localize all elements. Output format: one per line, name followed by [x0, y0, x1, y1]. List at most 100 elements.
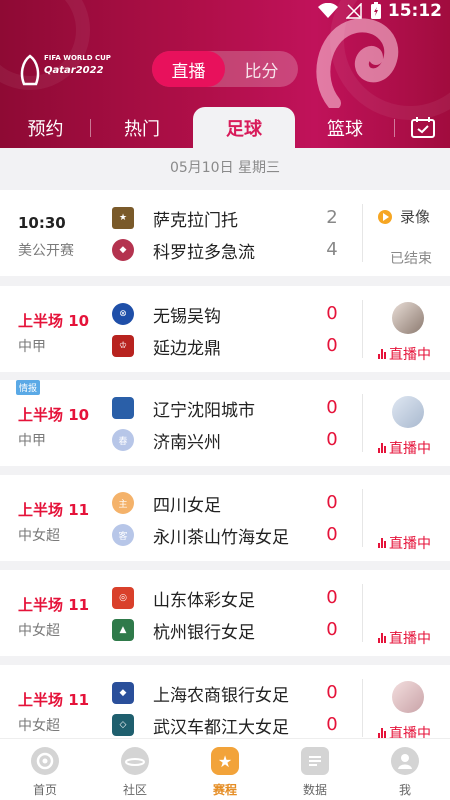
match-time: 上半场 10 [18, 406, 90, 424]
live-score-toggle: 直播 比分 [152, 51, 298, 87]
streamer-avatar[interactable] [392, 681, 424, 713]
team-badge-icon: ♔ [112, 335, 134, 357]
nav-home[interactable]: 首页 [0, 739, 90, 800]
match-status: 已结束 [390, 251, 432, 267]
league-name: 中甲 [18, 433, 46, 449]
live-status[interactable]: 直播中 [378, 344, 431, 364]
date-label: 05月10日 星期三 [169, 160, 281, 176]
logo-line2: Qatar2022 [44, 65, 104, 76]
tab-hot[interactable]: 热门 [91, 107, 193, 148]
live-bars-icon [378, 349, 386, 359]
live-status[interactable]: 直播中 [378, 438, 431, 458]
team-name: 山东体彩女足 [153, 590, 255, 611]
live-status[interactable]: 直播中 [378, 628, 431, 648]
home-team: ★ 萨克拉门托 [112, 206, 352, 231]
home-score: 0 [326, 587, 338, 608]
replay-button[interactable]: 录像 [378, 206, 430, 227]
match-time: 上半场 11 [18, 691, 90, 709]
away-score: 0 [326, 619, 338, 640]
team-name: 无锡吴钩 [153, 306, 221, 327]
tab-reservation[interactable]: 预约 [0, 107, 91, 148]
wifi-icon [318, 3, 338, 18]
match-card[interactable]: 10:30 美公开赛 ★ 萨克拉门托 ◆ 科罗拉多急流 2 4 录像 已结束 [0, 190, 450, 276]
away-score: 0 [326, 714, 338, 735]
league-name: 中女超 [18, 718, 60, 734]
team-badge-icon: ▲ [112, 619, 134, 641]
divider [362, 204, 363, 262]
signal-off-icon [346, 3, 362, 19]
play-icon [378, 209, 392, 224]
status-bar: 15:12 [0, 0, 450, 24]
battery-charging-icon [371, 2, 381, 19]
team-badge-icon: ⊗ [112, 303, 134, 325]
away-team: ◆ 科罗拉多急流 [112, 238, 352, 263]
segment-live[interactable]: 直播 [152, 51, 225, 87]
nav-label: 数据 [302, 783, 327, 797]
trophy-illustration [316, 18, 399, 108]
world-cup-logo: FIFA WORLD CUP Qatar2022 [20, 52, 112, 92]
nav-label: 首页 [32, 783, 57, 797]
nav-me[interactable]: 我 [360, 739, 450, 800]
league-name: 中女超 [18, 623, 60, 639]
team-name: 科罗拉多急流 [153, 242, 255, 263]
live-status[interactable]: 直播中 [378, 723, 431, 738]
team-badge-icon: ◇ [112, 714, 134, 736]
home-score: 0 [326, 397, 338, 418]
nav-label: 社区 [122, 783, 147, 797]
team-badge-icon [112, 397, 134, 419]
match-card[interactable]: 上半场 11 中女超 ◎ 山东体彩女足 ▲ 杭州银行女足 0 0 直播中 [0, 570, 450, 656]
match-actions: 直播中 [364, 570, 450, 656]
divider [362, 489, 363, 547]
team-name: 延边龙鼎 [153, 338, 221, 359]
team-name: 辽宁沈阳城市 [153, 400, 255, 421]
nav-community[interactable]: 社区 [90, 739, 180, 800]
header: 15:12 FIFA WORLD CUP Qatar2022 直播 比分 预约 … [0, 0, 450, 148]
live-label: 直播中 [389, 726, 431, 738]
divider [362, 300, 363, 358]
streamer-avatar[interactable] [392, 396, 424, 428]
streamer-avatar[interactable] [392, 302, 424, 334]
away-team: ▲ 杭州银行女足 [112, 618, 352, 643]
match-card[interactable]: 情报 上半场 10 中甲 辽宁沈阳城市 春 济南兴州 0 0 直播中 [0, 380, 450, 466]
team-name: 杭州银行女足 [153, 622, 255, 643]
match-time: 10:30 [18, 214, 66, 232]
nav-schedule[interactable]: ★ 赛程 [180, 739, 270, 800]
live-bars-icon [378, 443, 386, 453]
away-team: ♔ 延边龙鼎 [112, 334, 352, 359]
match-actions: 直播中 [364, 286, 450, 372]
team-name: 萨克拉门托 [153, 210, 238, 231]
match-time: 上半场 11 [18, 596, 90, 614]
nav-data[interactable]: 数据 [270, 739, 360, 800]
team-badge-icon: 主 [112, 492, 134, 514]
trophy-logo-icon [20, 54, 40, 86]
match-card[interactable]: 上半场 11 中女超 主 四川女足 客 永川茶山竹海女足 0 0 直播中 [0, 475, 450, 561]
tab-label: 足球 [226, 118, 262, 140]
team-badge-icon: ★ [112, 207, 134, 229]
away-score: 0 [326, 524, 338, 545]
team-name: 永川茶山竹海女足 [153, 527, 289, 548]
away-score: 0 [326, 335, 338, 356]
logo-line1: FIFA WORLD CUP [44, 54, 111, 62]
match-card[interactable]: 上半场 11 中女超 ◆ 上海农商银行女足 ◇ 武汉车都江大女足 0 0 直播中 [0, 665, 450, 738]
calendar-button[interactable] [395, 107, 450, 148]
sport-tabs: 预约 热门 足球 篮球 [0, 107, 450, 148]
match-time: 上半场 10 [18, 312, 90, 330]
tab-football[interactable]: 足球 [193, 107, 295, 148]
away-team: 客 永川茶山竹海女足 [112, 523, 352, 548]
live-bars-icon [378, 633, 386, 643]
segment-score[interactable]: 比分 [225, 51, 298, 87]
divider [362, 679, 363, 737]
away-score: 4 [326, 239, 338, 260]
league-name: 美公开赛 [18, 243, 74, 259]
league-name: 中甲 [18, 339, 46, 355]
match-actions: 直播中 [364, 475, 450, 561]
live-status[interactable]: 直播中 [378, 533, 431, 553]
bottom-nav: 首页 社区 ★ 赛程 数据 我 [0, 738, 450, 800]
home-team: 辽宁沈阳城市 [112, 396, 352, 421]
match-card[interactable]: 上半场 10 中甲 ⊗ 无锡吴钩 ♔ 延边龙鼎 0 0 直播中 [0, 286, 450, 372]
profile-icon [391, 747, 419, 775]
tab-basketball[interactable]: 篮球 [295, 107, 395, 148]
team-name: 上海农商银行女足 [153, 685, 289, 706]
league-name: 中女超 [18, 528, 60, 544]
team-name: 武汉车都江大女足 [153, 717, 289, 738]
